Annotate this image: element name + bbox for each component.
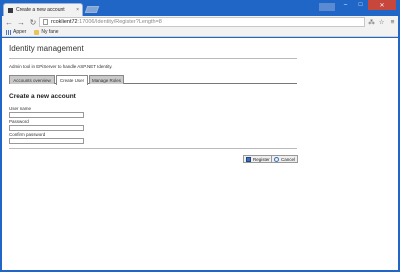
back-arrow-icon[interactable]: ←: [4, 17, 14, 27]
username-label: User name: [9, 106, 32, 111]
bookmark-label: Ny fane: [41, 29, 59, 35]
bookmark-label: Apper: [13, 29, 27, 35]
page-favicon-icon: [8, 7, 13, 13]
new-tab-button[interactable]: [84, 6, 100, 13]
browser-window: Create a new account × – □ ✕ ← → ↻ rcokl…: [0, 0, 400, 272]
tab-create-user[interactable]: Create User: [56, 75, 88, 85]
page-title: Identity management: [9, 44, 84, 53]
apps-icon: [6, 29, 11, 35]
username-field[interactable]: [9, 112, 84, 118]
page-description: Admin tool in EPiServer to handle ASP.NE…: [9, 64, 113, 69]
register-label: Register: [253, 156, 270, 162]
bookmark-apps[interactable]: Apper: [6, 29, 26, 35]
folder-icon: [34, 29, 40, 35]
translate-icon[interactable]: ⁂: [367, 17, 376, 27]
page-info-icon[interactable]: [43, 19, 48, 25]
browser-tab[interactable]: Create a new account ×: [3, 3, 83, 16]
bookmarks-bar: Apper Ny fane: [2, 28, 398, 37]
tab-title: Create a new account: [16, 7, 65, 13]
bookmark-star-icon[interactable]: ☆: [377, 17, 386, 27]
tab-manage-roles[interactable]: Manage Roles: [89, 75, 124, 84]
register-button[interactable]: Register: [243, 155, 273, 163]
address-bar[interactable]: rcoklient72 :17006/Identity/Register?Len…: [39, 17, 365, 27]
maximize-button[interactable]: □: [353, 0, 368, 10]
divider: [9, 148, 297, 149]
browser-toolbar: ← → ↻ rcoklient72 :17006/Identity/Regist…: [2, 16, 398, 28]
tab-close-icon[interactable]: ×: [76, 7, 79, 13]
bookmark-new-tab[interactable]: Ny fane: [34, 29, 59, 35]
tab-strip: Accounts overview Create User Manage Rol…: [9, 75, 297, 85]
tab-accounts-overview[interactable]: Accounts overview: [9, 75, 55, 84]
password-field[interactable]: [9, 125, 84, 131]
cancel-button[interactable]: Cancel: [271, 155, 299, 163]
page-content: Identity management Admin tool in EPiSer…: [2, 38, 398, 270]
section-title: Create a new account: [9, 93, 76, 100]
url-host: rcoklient72: [51, 19, 78, 25]
confirm-password-field[interactable]: [9, 138, 84, 144]
save-icon: [246, 156, 251, 162]
menu-icon[interactable]: ≡: [388, 17, 397, 27]
profile-button[interactable]: [319, 3, 335, 11]
cancel-icon: [274, 156, 279, 162]
forward-arrow-icon[interactable]: →: [16, 17, 26, 27]
cancel-label: Cancel: [281, 156, 296, 162]
confirm-password-label: Confirm password: [9, 132, 46, 137]
divider: [9, 58, 297, 59]
url-path: :17006/Identity/Register?Length=8: [77, 19, 162, 25]
reload-icon[interactable]: ↻: [28, 17, 38, 27]
title-bar: Create a new account × – □ ✕: [0, 0, 400, 16]
close-window-button[interactable]: ✕: [368, 0, 396, 10]
minimize-button[interactable]: –: [338, 0, 353, 10]
password-label: Password: [9, 119, 29, 124]
